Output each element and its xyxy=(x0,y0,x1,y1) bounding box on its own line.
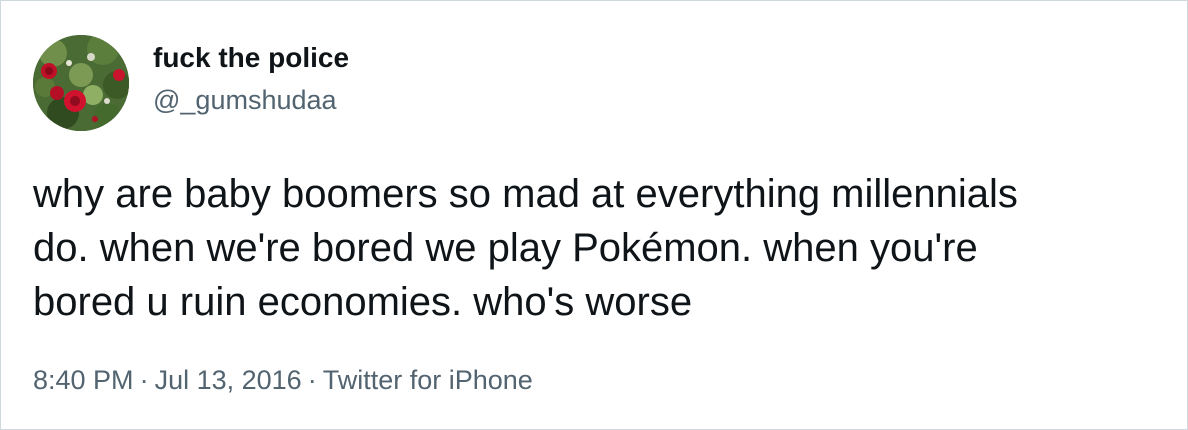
tweet-time[interactable]: 8:40 PM xyxy=(33,365,134,395)
separator-dot: · xyxy=(307,365,317,395)
rose-bush-avatar-icon xyxy=(33,35,129,131)
tweet-card: fuck the police @_gumshudaa why are baby… xyxy=(0,0,1188,430)
tweet-metadata: 8:40 PM · Jul 13, 2016 · Twitter for iPhone xyxy=(33,363,533,397)
avatar[interactable] xyxy=(33,35,129,131)
tweet-source: Twitter for iPhone xyxy=(322,365,533,395)
separator-dot: · xyxy=(139,365,149,395)
tweet-text: why are baby boomers so mad at everythin… xyxy=(33,172,1018,324)
display-name[interactable]: fuck the police xyxy=(153,41,349,75)
tweet-date[interactable]: Jul 13, 2016 xyxy=(155,365,302,395)
user-handle[interactable]: @_gumshudaa xyxy=(153,84,337,116)
